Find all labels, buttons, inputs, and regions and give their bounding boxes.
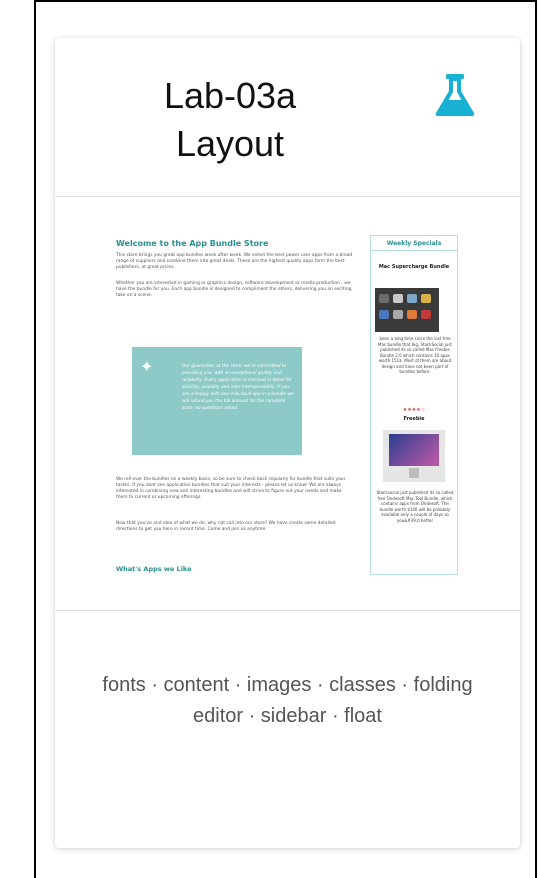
preview-quote-text: Our guarantee: at the store, we're commi…	[182, 364, 294, 411]
preview-rating: ★★★★☆	[402, 407, 426, 413]
preview-sidebar-item2-text: Stacksocial just published its so called…	[376, 490, 454, 523]
preview-monitor-image	[383, 430, 445, 482]
screenshot-preview[interactable]: Welcome to the App Bundle Store This sto…	[55, 197, 520, 611]
preview-sidebar-divider	[371, 250, 457, 251]
preview-thumbnail: Welcome to the App Bundle Store This sto…	[110, 235, 465, 575]
preview-quote-box: ✦ Our guarantee: at the store, we're com…	[132, 347, 302, 455]
flask-icon	[435, 74, 475, 116]
preview-main-column: Welcome to the App Bundle Store This sto…	[110, 235, 360, 575]
preview-paragraph: Whether you are interested in gaming or …	[116, 281, 352, 298]
preview-paragraph-4: Now that you've and idea of what we do, …	[116, 521, 336, 532]
preview-subheading: What's Apps we Like	[116, 565, 192, 573]
preview-paragraph-3: We roll over the bundles on a weekly bas…	[116, 477, 346, 500]
preview-sidebar-item2-title: Freebie	[403, 416, 425, 422]
card-title[interactable]: Lab-03a Layout	[95, 72, 365, 168]
preview-bundle-image	[375, 288, 439, 332]
card-tags: fonts · content · images · classes · fol…	[102, 674, 473, 727]
preview-sidebar-item1-text: been a long time since the last free Mac…	[378, 336, 452, 374]
preview-sidebar-title: Weekly Specials	[386, 240, 442, 247]
card-title-line1: Lab-03a	[163, 75, 297, 116]
lab-card[interactable]: Lab-03a Layout Welcome to the App Bundle…	[55, 38, 520, 848]
card-title-line2: Layout	[175, 123, 285, 164]
sparkle-icon: ✦	[140, 357, 154, 376]
preview-heading: Welcome to the App Bundle Store	[116, 239, 269, 248]
preview-sidebar: Weekly Specials Mac Supercharge Bundle b…	[370, 235, 458, 575]
preview-sidebar-item1-title: Mac Supercharge Bundle	[378, 264, 450, 270]
card-header: Lab-03a Layout	[55, 38, 520, 197]
preview-intro: This store brings you great app bundles …	[116, 253, 353, 270]
